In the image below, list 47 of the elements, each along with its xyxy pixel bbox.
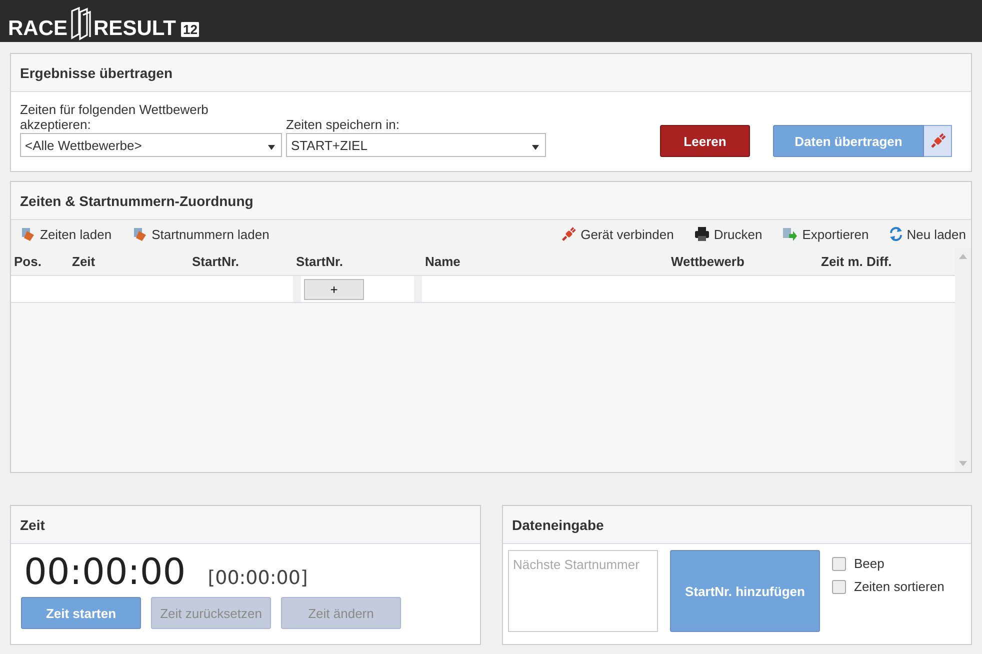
- logo-text: RACE: [8, 18, 68, 39]
- panel-title: Dateneingabe: [503, 506, 971, 544]
- plug-icon: [930, 133, 946, 148]
- version-badge: 12: [180, 22, 200, 37]
- checkbox[interactable]: [832, 556, 846, 570]
- toolbar-button[interactable]: Exportieren: [782, 226, 869, 242]
- add-button[interactable]: +: [304, 278, 364, 300]
- column-header: Name: [424, 253, 462, 271]
- toolbar-button[interactable]: Gerät verbinden: [560, 226, 674, 242]
- field-label: Zeiten für folgenden Wettbewerb akzeptieren:: [20, 102, 210, 132]
- scrollbar[interactable]: [955, 248, 971, 472]
- reference-time: [00:00:00]: [208, 567, 308, 589]
- panel-title: Zeiten & Startnummern-Zuordnung: [11, 182, 971, 220]
- toolbar-button[interactable]: Drucken: [694, 226, 762, 242]
- column-header: Zeit: [71, 253, 96, 271]
- toolbar-button[interactable]: Startnummern laden: [132, 226, 270, 242]
- caret-icon: [268, 144, 275, 150]
- input-field[interactable]: Nächste Startnummer: [508, 550, 658, 632]
- column-header: Zeit m. Diff.: [820, 253, 893, 271]
- logo-mark-icon: [70, 7, 92, 41]
- printer-icon: [694, 226, 710, 242]
- scroll-down-icon[interactable]: [959, 461, 967, 466]
- checkbox-label: Beep: [854, 556, 884, 571]
- scroll-up-icon[interactable]: [959, 254, 967, 259]
- panel-title: Zeit: [11, 506, 480, 544]
- column-header: Wettbewerb: [670, 253, 746, 271]
- load-icon: [132, 226, 148, 242]
- panel-title: Ergebnisse übertragen: [11, 54, 971, 92]
- clear-button[interactable]: Leeren: [660, 125, 750, 157]
- plug-icon: [560, 226, 577, 242]
- column-header: StartNr.: [191, 253, 240, 271]
- dropdown[interactable]: START+ZIEL: [286, 133, 546, 157]
- caret-icon: [532, 144, 539, 150]
- clock-display: 00:00:00: [24, 552, 186, 593]
- export-icon: [782, 226, 798, 242]
- column-header: Pos.: [13, 253, 42, 271]
- checkbox-label: Zeiten sortieren: [854, 579, 944, 594]
- connect-button[interactable]: [924, 125, 952, 157]
- logo-text: RESULT: [94, 18, 176, 39]
- toolbar-button[interactable]: Zeiten laden: [20, 226, 112, 242]
- field-label: Zeiten speichern in:: [286, 117, 400, 132]
- column-header: StartNr.: [295, 253, 344, 271]
- dropdown[interactable]: <Alle Wettbewerbe>: [20, 133, 282, 157]
- load-icon: [20, 226, 36, 242]
- reload-icon: [888, 226, 903, 242]
- toolbar-button[interactable]: Neu laden: [888, 226, 966, 242]
- checkbox[interactable]: [832, 580, 846, 594]
